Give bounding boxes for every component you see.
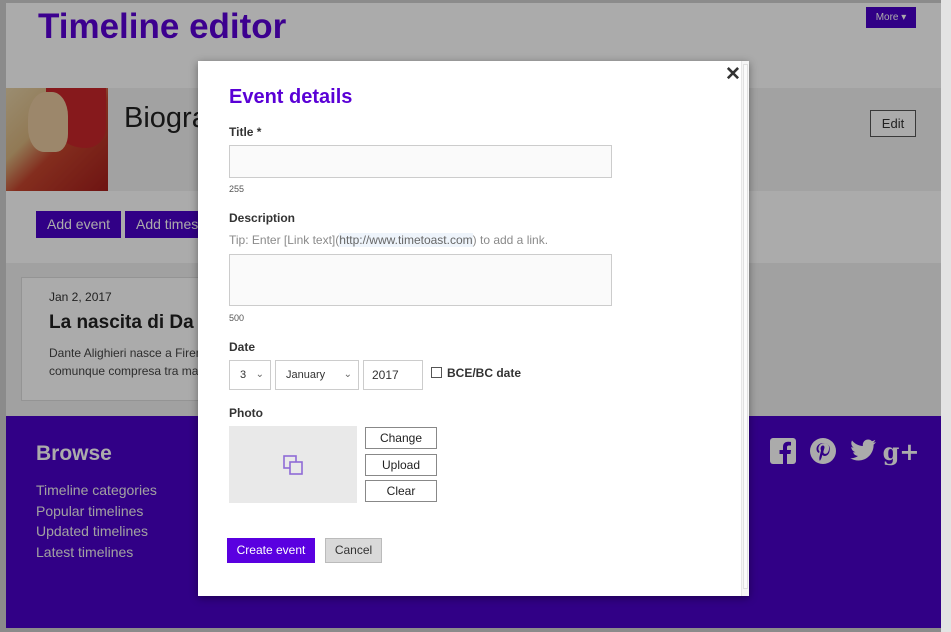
date-label: Date <box>229 340 256 354</box>
event-details-dialog: ✕ Event details Title * 255 Description … <box>198 61 749 596</box>
description-char-count: 500 <box>229 313 245 323</box>
bce-checkbox[interactable] <box>431 367 442 378</box>
dialog-scrollbar[interactable] <box>741 61 749 596</box>
page-scrollbar[interactable] <box>941 0 951 632</box>
image-placeholder-icon <box>283 455 303 475</box>
description-label: Description <box>229 211 296 225</box>
dialog-title: Event details <box>229 86 353 108</box>
title-char-count: 255 <box>229 184 245 194</box>
photo-label: Photo <box>229 406 263 420</box>
change-photo-button[interactable]: Change <box>365 427 437 449</box>
description-tip: Tip: Enter [Link text](http://www.timeto… <box>229 233 549 247</box>
year-input[interactable]: 2017 <box>363 360 423 390</box>
chevron-down-icon: ⌄ <box>343 369 352 380</box>
description-textarea[interactable] <box>229 254 612 306</box>
upload-photo-button[interactable]: Upload <box>365 454 437 476</box>
close-icon[interactable]: ✕ <box>725 65 741 84</box>
chevron-down-icon: ⌄ <box>255 369 264 380</box>
bce-label[interactable]: BCE/BC date <box>447 366 521 380</box>
title-label: Title * <box>229 125 262 139</box>
title-input[interactable] <box>229 145 612 178</box>
day-select[interactable]: 3 ⌄ <box>229 360 271 390</box>
month-select[interactable]: January ⌄ <box>275 360 359 390</box>
clear-photo-button[interactable]: Clear <box>365 480 437 502</box>
cancel-button[interactable]: Cancel <box>325 538 382 563</box>
create-event-button[interactable]: Create event <box>227 538 315 563</box>
photo-preview <box>229 426 357 503</box>
